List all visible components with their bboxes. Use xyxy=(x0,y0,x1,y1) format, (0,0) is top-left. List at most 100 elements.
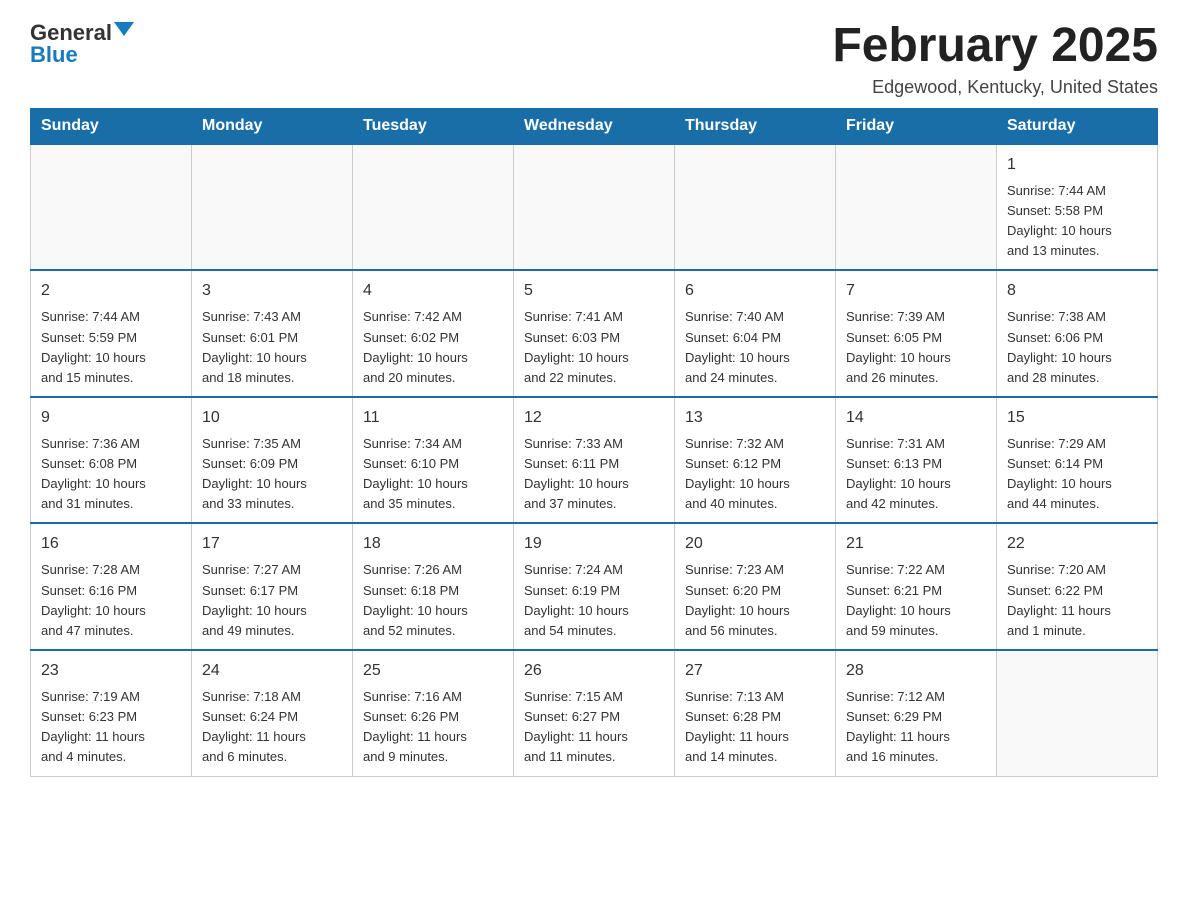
day-number: 2 xyxy=(41,279,181,303)
day-number: 15 xyxy=(1007,406,1147,430)
calendar-cell xyxy=(353,144,514,271)
logo-blue-text: Blue xyxy=(30,42,78,68)
page-header: General Blue February 2025 Edgewood, Ken… xyxy=(30,20,1158,98)
calendar-cell: 25 Sunrise: 7:16 AMSunset: 6:26 PMDayligh… xyxy=(353,650,514,776)
calendar-cell: 21 Sunrise: 7:22 AMSunset: 6:21 PMDayligh… xyxy=(836,523,997,650)
day-number: 12 xyxy=(524,406,664,430)
day-info: Sunrise: 7:22 AMSunset: 6:21 PMDaylight:… xyxy=(846,560,986,641)
calendar-cell: 7 Sunrise: 7:39 AMSunset: 6:05 PMDaylight… xyxy=(836,270,997,397)
calendar-cell: 8Sunrise: 7:38 AMSunset: 6:06 PMDaylight… xyxy=(997,270,1158,397)
calendar-cell: 4 Sunrise: 7:42 AMSunset: 6:02 PMDaylight… xyxy=(353,270,514,397)
day-number: 25 xyxy=(363,659,503,683)
location-subtitle: Edgewood, Kentucky, United States xyxy=(832,77,1158,98)
day-info: Sunrise: 7:15 AMSunset: 6:27 PMDaylight:… xyxy=(524,687,664,768)
day-info: Sunrise: 7:42 AMSunset: 6:02 PMDaylight:… xyxy=(363,307,503,388)
day-number: 27 xyxy=(685,659,825,683)
calendar-cell: 12 Sunrise: 7:33 AMSunset: 6:11 PMDayligh… xyxy=(514,397,675,524)
calendar-cell: 9Sunrise: 7:36 AMSunset: 6:08 PMDaylight… xyxy=(31,397,192,524)
day-info: Sunrise: 7:34 AMSunset: 6:10 PMDaylight:… xyxy=(363,434,503,515)
calendar-cell: 14 Sunrise: 7:31 AMSunset: 6:13 PMDayligh… xyxy=(836,397,997,524)
calendar-cell: 24 Sunrise: 7:18 AMSunset: 6:24 PMDayligh… xyxy=(192,650,353,776)
calendar-cell xyxy=(514,144,675,271)
day-number: 22 xyxy=(1007,532,1147,556)
day-number: 3 xyxy=(202,279,342,303)
week-row-2: 2 Sunrise: 7:44 AMSunset: 5:59 PMDaylight… xyxy=(31,270,1158,397)
day-number: 14 xyxy=(846,406,986,430)
week-row-5: 23 Sunrise: 7:19 AMSunset: 6:23 PMDayligh… xyxy=(31,650,1158,776)
day-number: 6 xyxy=(685,279,825,303)
title-block: February 2025 Edgewood, Kentucky, United… xyxy=(832,20,1158,98)
logo: General Blue xyxy=(30,20,134,68)
day-info: Sunrise: 7:27 AMSunset: 6:17 PMDaylight:… xyxy=(202,560,342,641)
day-info: Sunrise: 7:31 AMSunset: 6:13 PMDaylight:… xyxy=(846,434,986,515)
day-number: 1 xyxy=(1007,153,1147,177)
column-header-tuesday: Tuesday xyxy=(353,108,514,144)
week-row-3: 9Sunrise: 7:36 AMSunset: 6:08 PMDaylight… xyxy=(31,397,1158,524)
month-title: February 2025 xyxy=(832,20,1158,73)
day-info: Sunrise: 7:24 AMSunset: 6:19 PMDaylight:… xyxy=(524,560,664,641)
day-info: Sunrise: 7:44 AMSunset: 5:59 PMDaylight:… xyxy=(41,307,181,388)
day-number: 20 xyxy=(685,532,825,556)
day-number: 5 xyxy=(524,279,664,303)
calendar-cell: 18 Sunrise: 7:26 AMSunset: 6:18 PMDayligh… xyxy=(353,523,514,650)
day-number: 21 xyxy=(846,532,986,556)
calendar-table: SundayMondayTuesdayWednesdayThursdayFrid… xyxy=(30,108,1158,777)
day-info: Sunrise: 7:39 AMSunset: 6:05 PMDaylight:… xyxy=(846,307,986,388)
day-number: 4 xyxy=(363,279,503,303)
column-header-thursday: Thursday xyxy=(675,108,836,144)
week-row-4: 16Sunrise: 7:28 AMSunset: 6:16 PMDayligh… xyxy=(31,523,1158,650)
day-info: Sunrise: 7:13 AMSunset: 6:28 PMDaylight:… xyxy=(685,687,825,768)
day-number: 24 xyxy=(202,659,342,683)
calendar-cell xyxy=(31,144,192,271)
calendar-cell xyxy=(675,144,836,271)
day-number: 17 xyxy=(202,532,342,556)
day-number: 10 xyxy=(202,406,342,430)
day-number: 13 xyxy=(685,406,825,430)
calendar-cell xyxy=(836,144,997,271)
logo-triangle-icon xyxy=(114,22,134,36)
calendar-cell: 1 Sunrise: 7:44 AMSunset: 5:58 PMDaylight… xyxy=(997,144,1158,271)
day-number: 23 xyxy=(41,659,181,683)
day-info: Sunrise: 7:41 AMSunset: 6:03 PMDaylight:… xyxy=(524,307,664,388)
calendar-cell: 2 Sunrise: 7:44 AMSunset: 5:59 PMDaylight… xyxy=(31,270,192,397)
day-info: Sunrise: 7:40 AMSunset: 6:04 PMDaylight:… xyxy=(685,307,825,388)
calendar-header-row: SundayMondayTuesdayWednesdayThursdayFrid… xyxy=(31,108,1158,144)
calendar-cell: 26 Sunrise: 7:15 AMSunset: 6:27 PMDayligh… xyxy=(514,650,675,776)
calendar-cell: 10Sunrise: 7:35 AMSunset: 6:09 PMDayligh… xyxy=(192,397,353,524)
day-info: Sunrise: 7:33 AMSunset: 6:11 PMDaylight:… xyxy=(524,434,664,515)
day-info: Sunrise: 7:20 AMSunset: 6:22 PMDaylight:… xyxy=(1007,560,1147,641)
day-info: Sunrise: 7:16 AMSunset: 6:26 PMDaylight:… xyxy=(363,687,503,768)
calendar-cell xyxy=(997,650,1158,776)
calendar-cell: 19 Sunrise: 7:24 AMSunset: 6:19 PMDayligh… xyxy=(514,523,675,650)
day-number: 8 xyxy=(1007,279,1147,303)
calendar-cell: 27 Sunrise: 7:13 AMSunset: 6:28 PMDayligh… xyxy=(675,650,836,776)
day-info: Sunrise: 7:12 AMSunset: 6:29 PMDaylight:… xyxy=(846,687,986,768)
calendar-cell: 5 Sunrise: 7:41 AMSunset: 6:03 PMDaylight… xyxy=(514,270,675,397)
day-number: 26 xyxy=(524,659,664,683)
day-info: Sunrise: 7:18 AMSunset: 6:24 PMDaylight:… xyxy=(202,687,342,768)
day-info: Sunrise: 7:19 AMSunset: 6:23 PMDaylight:… xyxy=(41,687,181,768)
day-info: Sunrise: 7:23 AMSunset: 6:20 PMDaylight:… xyxy=(685,560,825,641)
calendar-cell: 16Sunrise: 7:28 AMSunset: 6:16 PMDayligh… xyxy=(31,523,192,650)
day-number: 28 xyxy=(846,659,986,683)
calendar-cell: 20 Sunrise: 7:23 AMSunset: 6:20 PMDayligh… xyxy=(675,523,836,650)
calendar-cell: 11 Sunrise: 7:34 AMSunset: 6:10 PMDayligh… xyxy=(353,397,514,524)
day-number: 11 xyxy=(363,406,503,430)
calendar-cell: 23 Sunrise: 7:19 AMSunset: 6:23 PMDayligh… xyxy=(31,650,192,776)
day-number: 7 xyxy=(846,279,986,303)
week-row-1: 1 Sunrise: 7:44 AMSunset: 5:58 PMDaylight… xyxy=(31,144,1158,271)
column-header-sunday: Sunday xyxy=(31,108,192,144)
column-header-wednesday: Wednesday xyxy=(514,108,675,144)
calendar-cell: 15Sunrise: 7:29 AMSunset: 6:14 PMDayligh… xyxy=(997,397,1158,524)
day-info: Sunrise: 7:44 AMSunset: 5:58 PMDaylight:… xyxy=(1007,181,1147,262)
calendar-cell: 22 Sunrise: 7:20 AMSunset: 6:22 PMDayligh… xyxy=(997,523,1158,650)
day-info: Sunrise: 7:43 AMSunset: 6:01 PMDaylight:… xyxy=(202,307,342,388)
day-info: Sunrise: 7:26 AMSunset: 6:18 PMDaylight:… xyxy=(363,560,503,641)
calendar-cell: 28 Sunrise: 7:12 AMSunset: 6:29 PMDayligh… xyxy=(836,650,997,776)
column-header-saturday: Saturday xyxy=(997,108,1158,144)
column-header-friday: Friday xyxy=(836,108,997,144)
day-number: 16 xyxy=(41,532,181,556)
day-number: 18 xyxy=(363,532,503,556)
calendar-cell: 17 Sunrise: 7:27 AMSunset: 6:17 PMDayligh… xyxy=(192,523,353,650)
day-number: 19 xyxy=(524,532,664,556)
